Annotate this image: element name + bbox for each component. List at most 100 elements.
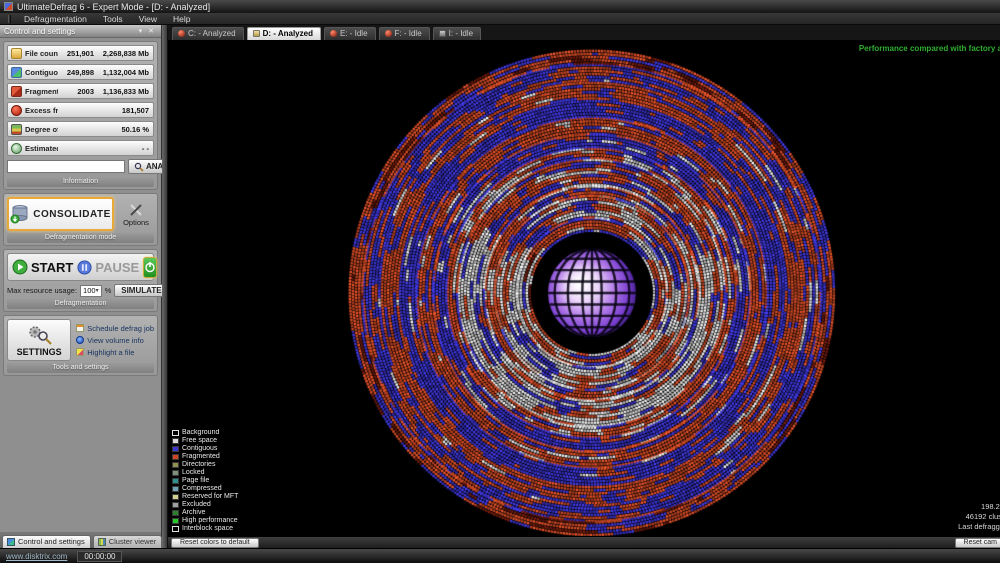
compressed-swatch — [172, 486, 179, 492]
drive-tab-f[interactable]: F: - Idle — [379, 27, 430, 40]
volume-size-text: 198.25 — [958, 502, 1000, 512]
consolidate-button[interactable]: CONSOLIDATE — [7, 197, 114, 231]
pause-label: PAUSE — [95, 260, 139, 275]
legend-item: Excluded — [172, 501, 238, 508]
main-view: C: - Analyzed D: - Analyzed E: - Idle F:… — [168, 25, 1000, 548]
information-group: File count 251,901 2,268,838 Mb Contiguo… — [3, 41, 158, 190]
app-icon — [4, 2, 13, 11]
performance-note: Performance compared with factory a — [859, 44, 1000, 53]
time-remaining-label: Estimated time remaining — [25, 144, 58, 153]
consolidate-label: CONSOLIDATE — [33, 209, 111, 220]
defragmentation-footer: Defragmentation — [7, 299, 154, 309]
disktrix-link[interactable]: www.disktrix.com — [6, 552, 67, 561]
legend-item: Interblock space — [172, 525, 238, 532]
cluster-viewer-tab-label: Cluster viewer — [109, 537, 157, 546]
contiguous-files-label: Contiguous files — [25, 68, 58, 77]
sidebar-tab-strip: Control and settings Cluster viewer — [0, 532, 161, 548]
legend-item: Reserved for MFT — [172, 493, 238, 500]
legend-item: Fragmented — [172, 453, 238, 460]
drive-i-icon — [439, 30, 446, 37]
legend-item: Page file — [172, 477, 238, 484]
contiguous-swatch — [172, 446, 179, 452]
control-panel: Control and settings ▾ ✕ File count 251,… — [0, 25, 162, 548]
pause-button[interactable]: PAUSE — [77, 260, 139, 275]
menu-defragmentation[interactable]: Defragmentation — [17, 14, 94, 24]
archive-swatch — [172, 510, 179, 516]
calendar-icon — [76, 324, 84, 332]
legend-item: Locked — [172, 469, 238, 476]
menu-view[interactable]: View — [132, 14, 164, 24]
file-search-input[interactable] — [7, 160, 125, 173]
degree-fragmentation-label: Degree of fragmentation — [25, 125, 58, 134]
contiguous-files-icon — [11, 67, 22, 78]
panel-collapse-icon[interactable]: ▾ — [136, 27, 146, 35]
volume-stats: 198.25 46192 clust Last defragge — [958, 502, 1000, 532]
cluster-viewer-tab-icon — [98, 538, 106, 546]
drive-tab-c[interactable]: C: - Analyzed — [172, 27, 244, 40]
resource-usage-value: 100 — [83, 286, 96, 295]
control-settings-tab-icon — [7, 538, 15, 546]
view-volume-info-link[interactable]: View volume info — [76, 336, 154, 345]
drive-tab-e[interactable]: E: - Idle — [324, 27, 376, 40]
fragmented-files-value: 2003 — [61, 87, 94, 96]
status-bar: www.disktrix.com 00:00:00 — [0, 548, 1000, 563]
view-volume-info-label: View volume info — [87, 336, 144, 345]
ultimatedefrag-window: UltimateDefrag 6 - Expert Mode - [D: - A… — [0, 0, 1000, 563]
tools-settings-footer: Tools and settings — [7, 363, 154, 373]
defragmentation-group: START PAUSE Max resource usage: 100 ▾ — [3, 249, 158, 312]
defrag-mode-footer: Defragmentation mode — [7, 233, 154, 243]
reset-camera-button[interactable]: Reset cam — [955, 538, 1000, 548]
resource-usage-select[interactable]: 100 ▾ — [80, 285, 102, 297]
power-button[interactable] — [143, 257, 157, 278]
tab-control-and-settings[interactable]: Control and settings — [2, 535, 91, 548]
panel-close-icon[interactable]: ✕ — [145, 27, 157, 35]
tab-cluster-viewer[interactable]: Cluster viewer — [93, 535, 163, 548]
schedule-defrag-link[interactable]: Schedule defrag job — [76, 324, 154, 333]
info-icon — [76, 336, 84, 344]
menu-help[interactable]: Help — [166, 14, 197, 24]
start-button[interactable]: START — [12, 259, 73, 275]
settings-button[interactable]: SETTINGS — [7, 319, 71, 361]
cluster-count-text: 46192 clust — [958, 512, 1000, 522]
degree-fragmentation-value: 50.16 % — [97, 125, 149, 134]
options-button[interactable]: Options — [118, 202, 154, 227]
excess-fragments-icon — [11, 105, 22, 116]
legend-item: Free space — [172, 437, 238, 444]
file-count-row: File count 251,901 2,268,838 Mb — [7, 45, 154, 61]
contiguous-files-size: 1,132,004 Mb — [97, 68, 149, 77]
highlight-file-link[interactable]: Highlight a file — [76, 348, 154, 357]
time-remaining-value: - - — [97, 144, 149, 153]
main-bottom-bar: Reset colors to default Reset cam — [168, 536, 1000, 548]
percent-label: % — [105, 286, 112, 295]
simulate-button[interactable]: SIMULATE — [114, 284, 168, 297]
degree-fragmentation-row: Degree of fragmentation 50.16 % — [7, 121, 154, 137]
degree-fragmentation-icon — [11, 124, 22, 135]
disk-visualization-area: Performance compared with factory a Back… — [168, 41, 1000, 536]
fragmented-swatch — [172, 454, 179, 460]
mft-swatch — [172, 494, 179, 500]
elapsed-timer: 00:00:00 — [77, 551, 122, 562]
disk-platter-canvas[interactable] — [168, 41, 1000, 536]
tools-icon — [128, 202, 144, 218]
drive-f-label: F: - Idle — [395, 29, 422, 38]
tools-settings-group: SETTINGS Schedule defrag job View volume… — [3, 315, 158, 376]
drive-f-icon — [385, 30, 392, 37]
interblock-swatch — [172, 526, 179, 532]
magnifier-icon — [134, 162, 144, 172]
legend-item: Directories — [172, 461, 238, 468]
drive-tab-d[interactable]: D: - Analyzed — [247, 27, 321, 40]
menu-tools[interactable]: Tools — [96, 14, 130, 24]
options-label: Options — [123, 218, 149, 227]
panel-header: Control and settings ▾ ✕ — [0, 25, 161, 38]
reset-colors-button[interactable]: Reset colors to default — [171, 538, 259, 548]
max-resource-label: Max resource usage: — [7, 286, 77, 295]
free-space-swatch — [172, 438, 179, 444]
menu-bar: Defragmentation Tools View Help — [0, 13, 1000, 25]
consolidate-disk-icon — [10, 204, 28, 224]
fragmented-files-row: Fragmented files 2003 1,136,833 Mb — [7, 83, 154, 99]
time-remaining-icon — [11, 143, 22, 154]
file-count-icon — [11, 48, 22, 59]
settings-gears-icon — [26, 324, 52, 346]
window-title: UltimateDefrag 6 - Expert Mode - [D: - A… — [17, 2, 210, 12]
drive-tab-i[interactable]: I: - Idle — [433, 27, 481, 40]
